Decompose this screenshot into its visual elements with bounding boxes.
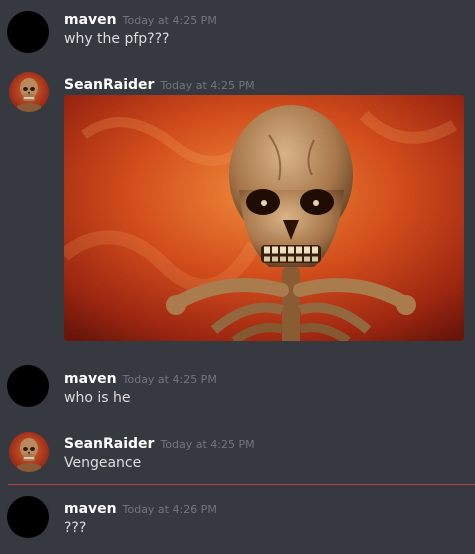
chat-message: SeanRaider Today at 4:25 PM Vengeance [0,425,475,480]
new-messages-divider [8,484,475,485]
chat-message: maven Today at 4:26 PM ??? [0,490,475,554]
message-content: Vengeance [64,455,142,471]
chat-message: maven Today at 4:25 PM who is he [0,360,475,420]
user-avatar[interactable] [7,365,49,407]
skeleton-image [64,95,464,341]
timestamp: Today at 4:25 PM [160,79,255,92]
user-avatar[interactable] [7,496,49,538]
message-header: maven Today at 4:26 PM [64,498,217,517]
message-content: who is he [64,390,131,406]
skull-icon [17,438,41,472]
username[interactable]: maven [64,501,117,517]
timestamp: Today at 4:25 PM [122,373,217,386]
username[interactable]: SeanRaider [64,77,154,93]
image-attachment[interactable] [64,95,464,341]
username[interactable]: maven [64,371,117,387]
username[interactable]: SeanRaider [64,436,154,452]
message-header: SeanRaider Today at 4:25 PM [64,74,255,93]
timestamp: Today at 4:26 PM [122,503,217,516]
user-avatar[interactable] [9,72,49,112]
message-content: ??? [64,520,87,536]
message-header: maven Today at 4:25 PM [64,368,217,387]
chat-message-list: maven Today at 4:25 PM why the pfp??? Sea… [0,0,475,554]
message-header: SeanRaider Today at 4:25 PM [64,433,255,452]
skull-icon [17,78,41,112]
chat-message: SeanRaider Today at 4:25 PM [0,0,475,350]
timestamp: Today at 4:25 PM [160,438,255,451]
user-avatar[interactable] [9,432,49,472]
